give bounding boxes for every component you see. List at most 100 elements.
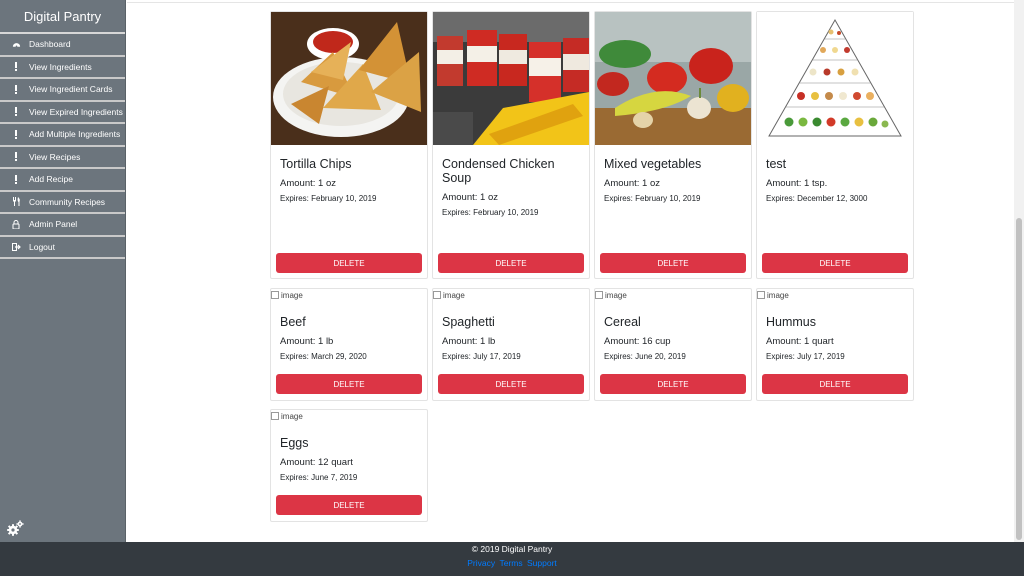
sidebar: Digital Pantry Dashboard View Ingredient… <box>0 0 126 542</box>
card-expires: Expires: March 29, 2020 <box>280 352 367 361</box>
privacy-link[interactable]: Privacy <box>467 558 495 568</box>
ingredient-card: image Hummus Amount: 1 quart Expires: Ju… <box>756 288 914 401</box>
image-alt-text: image <box>281 411 303 421</box>
sidebar-item-add-multiple-ingredients[interactable]: Add Multiple Ingredients <box>0 124 125 147</box>
image-alt-text: image <box>443 290 465 300</box>
card-title: Tortilla Chips <box>280 157 352 171</box>
image-alt-text: image <box>605 290 627 300</box>
ingredient-card: test Amount: 1 tsp. Expires: December 12… <box>756 11 914 279</box>
sidebar-item-view-ingredients[interactable]: View Ingredients <box>0 57 125 79</box>
image-alt-text: image <box>281 290 303 300</box>
delete-button[interactable]: DELETE <box>276 495 422 515</box>
ingredient-card: image Cereal Amount: 16 cup Expires: Jun… <box>594 288 752 401</box>
card-expires: Expires: July 17, 2019 <box>766 352 845 361</box>
broken-image: image <box>271 289 427 301</box>
card-expires: Expires: June 20, 2019 <box>604 352 686 361</box>
sidebar-item-label: View Expired Ingredients <box>29 106 123 117</box>
support-link[interactable]: Support <box>527 558 557 568</box>
utensils-icon <box>10 197 22 207</box>
card-expires: Expires: June 7, 2019 <box>280 473 358 482</box>
mixed-vegetables-image <box>595 12 751 145</box>
delete-button[interactable]: DELETE <box>438 253 584 273</box>
card-amount: Amount: 12 quart <box>280 457 353 468</box>
card-amount: Amount: 1 lb <box>280 336 334 347</box>
sidebar-item-label: Dashboard <box>29 39 71 50</box>
delete-button[interactable]: DELETE <box>438 374 584 394</box>
sidebar-item-admin-panel[interactable]: Admin Panel <box>0 214 125 237</box>
sidebar-item-label: Add Multiple Ingredients <box>29 129 121 140</box>
ingredient-card: image Eggs Amount: 12 quart Expires: Jun… <box>270 409 428 522</box>
sidebar-item-view-ingredient-cards[interactable]: View Ingredient Cards <box>0 79 125 102</box>
card-expires: Expires: February 10, 2019 <box>442 208 539 217</box>
sidebar-item-label: View Ingredient Cards <box>29 84 113 95</box>
lock-icon <box>10 219 22 229</box>
card-title: Eggs <box>280 436 309 450</box>
card-title: Beef <box>280 315 306 329</box>
sidebar-item-add-recipe[interactable]: Add Recipe <box>0 169 125 192</box>
delete-button[interactable]: DELETE <box>600 374 746 394</box>
ingredient-card: Condensed Chicken Soup Amount: 1 oz Expi… <box>432 11 590 279</box>
exclamation-icon <box>10 107 22 117</box>
tortilla-chips-image <box>271 12 427 145</box>
ingredient-card: image Beef Amount: 1 lb Expires: March 2… <box>270 288 428 401</box>
sidebar-item-label: View Ingredients <box>29 61 92 72</box>
top-divider <box>127 0 1014 3</box>
delete-button[interactable]: DELETE <box>762 253 908 273</box>
broken-image: image <box>271 410 427 422</box>
exclamation-icon <box>10 129 22 139</box>
broken-image: image <box>433 289 589 301</box>
footer: © 2019 Digital Pantry Privacy Terms Supp… <box>0 542 1024 576</box>
gears-icon[interactable] <box>6 520 24 538</box>
delete-button[interactable]: DELETE <box>276 253 422 273</box>
delete-button[interactable]: DELETE <box>600 253 746 273</box>
card-amount: Amount: 1 tsp. <box>766 178 828 189</box>
card-amount: Amount: 1 quart <box>766 336 834 347</box>
broken-image-icon <box>433 291 441 299</box>
footer-links: Privacy Terms Support <box>0 558 1024 568</box>
card-title: Cereal <box>604 315 641 329</box>
dashboard-icon <box>10 40 22 48</box>
sidebar-item-label: Community Recipes <box>29 196 106 207</box>
image-alt-text: image <box>767 290 789 300</box>
delete-button[interactable]: DELETE <box>276 374 422 394</box>
broken-image-icon <box>595 291 603 299</box>
sidebar-item-view-recipes[interactable]: View Recipes <box>0 147 125 169</box>
delete-button[interactable]: DELETE <box>762 374 908 394</box>
card-expires: Expires: February 10, 2019 <box>604 194 701 203</box>
chicken-soup-image <box>433 12 589 145</box>
sidebar-item-community-recipes[interactable]: Community Recipes <box>0 192 125 214</box>
card-title: Condensed Chicken Soup <box>442 157 555 185</box>
card-title: Mixed vegetables <box>604 157 702 171</box>
card-amount: Amount: 1 oz <box>442 192 498 203</box>
card-expires: Expires: December 12, 3000 <box>766 194 868 203</box>
broken-image: image <box>757 289 913 301</box>
ingredient-card: Tortilla Chips Amount: 1 oz Expires: Feb… <box>270 11 428 279</box>
terms-link[interactable]: Terms <box>499 558 522 568</box>
broken-image-icon <box>271 291 279 299</box>
card-amount: Amount: 1 lb <box>442 336 496 347</box>
ingredient-card: Mixed vegetables Amount: 1 oz Expires: F… <box>594 11 752 279</box>
scrollbar-thumb[interactable] <box>1016 218 1022 540</box>
food-pyramid-image <box>757 12 913 145</box>
exclamation-icon <box>10 84 22 94</box>
sidebar-item-label: View Recipes <box>29 151 81 162</box>
card-title: Spaghetti <box>442 315 495 329</box>
card-title: Hummus <box>766 315 817 329</box>
card-title: test <box>766 157 787 171</box>
sidebar-item-view-expired-ingredients[interactable]: View Expired Ingredients <box>0 102 125 124</box>
main-content: Tortilla Chips Amount: 1 oz Expires: Feb… <box>127 0 1014 542</box>
card-expires: Expires: July 17, 2019 <box>442 352 521 361</box>
sidebar-item-dashboard[interactable]: Dashboard <box>0 34 125 57</box>
card-expires: Expires: February 10, 2019 <box>280 194 377 203</box>
exclamation-icon <box>10 152 22 162</box>
broken-image: image <box>595 289 751 301</box>
scrollbar[interactable] <box>1014 0 1024 542</box>
brand-title[interactable]: Digital Pantry <box>0 0 125 34</box>
sidebar-item-label: Admin Panel <box>29 219 78 230</box>
sidebar-item-logout[interactable]: Logout <box>0 237 125 259</box>
ingredient-card: image Spaghetti Amount: 1 lb Expires: Ju… <box>432 288 590 401</box>
exclamation-icon <box>10 174 22 184</box>
broken-image-icon <box>757 291 765 299</box>
card-amount: Amount: 1 oz <box>280 178 336 189</box>
card-amount: Amount: 1 oz <box>604 178 660 189</box>
